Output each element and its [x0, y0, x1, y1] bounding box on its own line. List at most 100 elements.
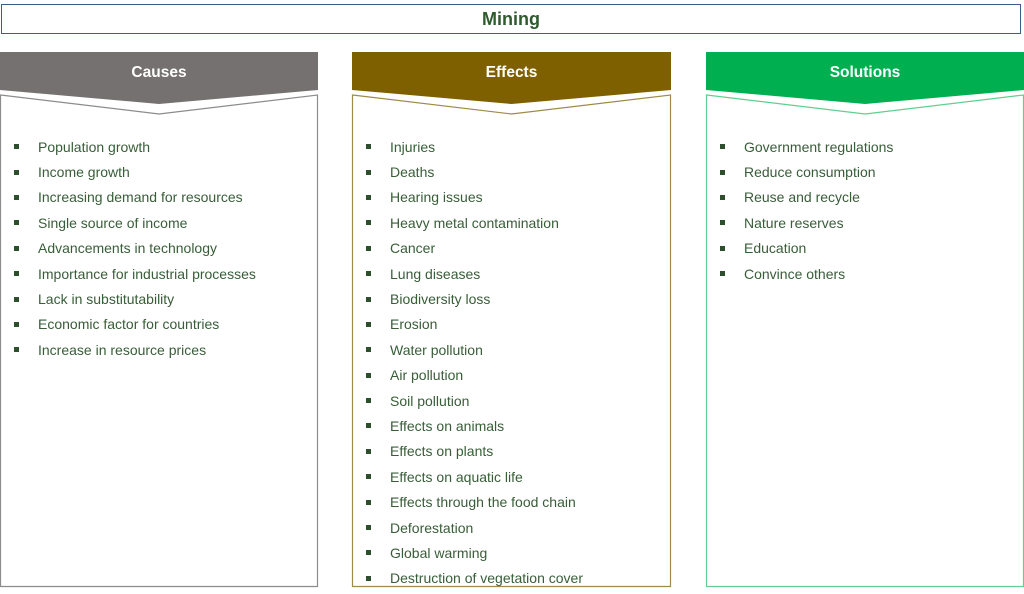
effects-item: Heavy metal contamination [366, 210, 661, 235]
solutions-item-text: Government regulations [744, 138, 894, 155]
solutions-item: Reuse and recycle [720, 185, 1014, 210]
bullet-icon [366, 347, 371, 353]
effects-list: Injuries Deaths Hearing issues Heavy metal … [366, 134, 661, 591]
solutions-item-text: Reuse and recycle [744, 189, 860, 206]
effects-item-text: Water pollution [390, 341, 483, 358]
bullet-icon [720, 144, 725, 150]
effects-item-text: Lung diseases [390, 265, 481, 282]
effects-item-text: Deaths [390, 164, 435, 181]
solutions-column: Solutions Government regulations Reduce c… [705, 52, 1024, 588]
causes-item-text: Increase in resource prices [38, 341, 207, 358]
causes-column: Causes Population growth Income growth Inc… [0, 52, 319, 588]
causes-item-text: Population growth [38, 138, 151, 155]
causes-item: Lack in substitutability [14, 286, 308, 311]
causes-item-text: Importance for industrial processes [38, 265, 256, 282]
bullet-icon [720, 194, 725, 200]
causes-item: Increase in resource prices [14, 337, 308, 362]
effects-item-text: Soil pollution [390, 392, 470, 409]
effects-item: Air pollution [366, 363, 661, 388]
effects-item-text: Injuries [390, 138, 436, 155]
effects-item-text: Effects through the food chain [390, 494, 576, 511]
effects-item-text: Heavy metal contamination [390, 214, 559, 231]
causes-item-text: Advancements in technology [38, 240, 217, 257]
bullet-icon [366, 525, 371, 531]
bullet-icon [720, 245, 725, 251]
causes-item: Economic factor for countries [14, 312, 308, 337]
bullet-icon [366, 194, 371, 200]
effects-item-text: Hearing issues [390, 189, 483, 206]
causes-item: Income growth [14, 159, 308, 184]
title-box: Mining [1, 4, 1021, 34]
diagram-title: Mining [482, 8, 540, 29]
effects-item: Deaths [366, 159, 661, 184]
effects-item: Lung diseases [366, 261, 661, 286]
causes-list: Population growth Income growth Increasing… [14, 134, 308, 363]
effects-item: Destruction of vegetation cover [366, 566, 661, 591]
causes-item: Advancements in technology [14, 236, 308, 261]
effects-item-text: Biodiversity loss [390, 291, 491, 308]
causes-item: Importance for industrial processes [14, 261, 308, 286]
causes-item: Increasing demand for resources [14, 185, 308, 210]
solutions-item-text: Convince others [744, 265, 846, 282]
solutions-header: Solutions [829, 64, 901, 81]
bullet-icon [14, 347, 19, 353]
bullet-icon [366, 398, 371, 404]
bullet-icon [366, 474, 371, 480]
effects-item-text: Erosion [390, 316, 438, 333]
solutions-item-text: Nature reserves [744, 214, 844, 231]
effects-item: Effects on plants [366, 439, 661, 464]
effects-item: Biodiversity loss [366, 286, 661, 311]
effects-header: Effects [485, 64, 538, 81]
effects-item: Effects on animals [366, 413, 661, 438]
solutions-item: Convince others [720, 261, 1014, 286]
bullet-icon [14, 321, 19, 327]
bullet-icon [720, 169, 725, 175]
bullet-icon [14, 144, 19, 150]
solutions-item: Reduce consumption [720, 159, 1014, 184]
effects-item: Water pollution [366, 337, 661, 362]
effects-item: Hearing issues [366, 185, 661, 210]
effects-item: Injuries [366, 134, 661, 159]
solutions-frame [705, 52, 1024, 588]
causes-item: Population growth [14, 134, 308, 159]
bullet-icon [366, 550, 371, 556]
bullet-icon [14, 169, 19, 175]
effects-item: Erosion [366, 312, 661, 337]
effects-item-text: Air pollution [390, 367, 464, 384]
causes-item-text: Economic factor for countries [38, 316, 220, 333]
solutions-item: Government regulations [720, 134, 1014, 159]
bullet-icon [366, 423, 371, 429]
effects-item-text: Effects on plants [390, 443, 494, 460]
bullet-icon [366, 296, 371, 302]
effects-item: Global warming [366, 540, 661, 565]
bullet-icon [366, 144, 371, 150]
causes-item-text: Increasing demand for resources [38, 189, 243, 206]
effects-item-text: Cancer [390, 240, 436, 257]
effects-column: Effects Injuries Deaths Hearing issues Heav… [351, 52, 672, 588]
effects-item: Cancer [366, 236, 661, 261]
effects-item: Effects through the food chain [366, 489, 661, 514]
effects-item-text: Deforestation [390, 519, 474, 536]
bullet-icon [720, 271, 725, 277]
solutions-item-text: Education [744, 240, 807, 257]
bullet-icon [366, 220, 371, 226]
bullet-icon [720, 220, 725, 226]
effects-item: Soil pollution [366, 388, 661, 413]
effects-item: Effects on aquatic life [366, 464, 661, 489]
bullet-icon [14, 271, 19, 277]
causes-header: Causes [131, 64, 187, 81]
solutions-item: Education [720, 236, 1014, 261]
effects-item: Deforestation [366, 515, 661, 540]
bullet-icon [366, 245, 371, 251]
bullet-icon [366, 499, 371, 505]
causes-item-text: Single source of income [38, 214, 188, 231]
bullet-icon [14, 220, 19, 226]
bullet-icon [14, 245, 19, 251]
effects-item-text: Destruction of vegetation cover [390, 570, 583, 587]
effects-item-text: Effects on aquatic life [390, 468, 523, 485]
solutions-list: Government regulations Reduce consumption… [720, 134, 1014, 286]
bullet-icon [14, 194, 19, 200]
bullet-icon [366, 448, 371, 454]
bullet-icon [14, 296, 19, 302]
bullet-icon [366, 372, 371, 378]
